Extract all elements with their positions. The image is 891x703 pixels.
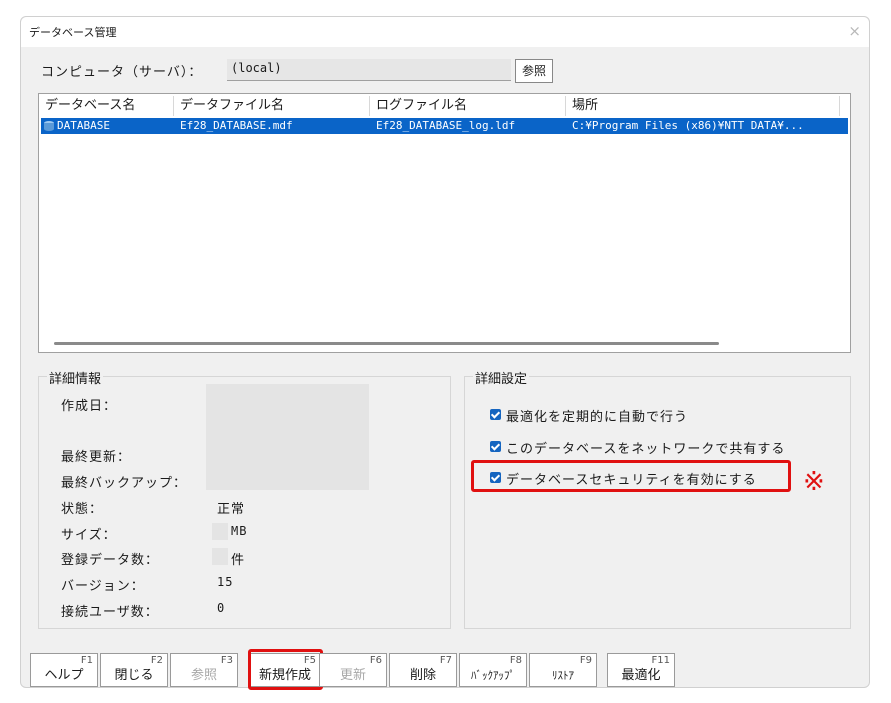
f3-browse-button[interactable]: F3 参照 [170, 653, 238, 687]
f9-label: ﾘｽﾄｱ [552, 669, 574, 682]
users-label: 接続ユーザ数： [61, 605, 159, 620]
window-title: データベース管理 [29, 26, 117, 39]
f9-restore-button[interactable]: F9 ﾘｽﾄｱ [529, 653, 597, 687]
column-header-name[interactable]: データベース名 [39, 96, 174, 116]
version-label: バージョン： [61, 579, 145, 594]
highlight-security-option [471, 460, 791, 492]
f8-key-label: F8 [509, 655, 522, 666]
f11-label: 最適化 [621, 668, 661, 683]
row-log-file: Ef28_DATABASE_log.ldf [376, 119, 516, 132]
f11-optimize-button[interactable]: F11 最適化 [607, 653, 675, 687]
records-label: 登録データ数： [61, 553, 160, 568]
column-header-extra [840, 96, 850, 116]
table-row[interactable]: DATABASE Ef28_DATABASE.mdf Ef28_DATABASE… [41, 118, 848, 134]
row-name: DATABASE [57, 119, 110, 132]
note-mark: ※ [803, 467, 825, 497]
settings-group: 詳細設定 最適化を定期的に自動で行う このデータベースをネットワークで共有する … [464, 368, 851, 629]
f8-backup-button[interactable]: F8 ﾊﾞｯｸｱｯﾌﾟ [459, 653, 527, 687]
option-auto-optimize[interactable]: 最適化を定期的に自動で行う [506, 406, 688, 425]
f2-label: 閉じる [114, 668, 154, 683]
settings-title: 詳細設定 [473, 368, 530, 387]
f9-key-label: F9 [579, 655, 592, 666]
row-data-file: Ef28_DATABASE.mdf [180, 119, 293, 132]
users-value: 0 [217, 601, 226, 615]
f7-delete-button[interactable]: F7 削除 [389, 653, 457, 687]
f6-label: 更新 [339, 668, 366, 683]
database-list[interactable]: データベース名 データファイル名 ログファイル名 場所 DATABASE Ef2… [38, 93, 851, 353]
details-group: 詳細情報 作成日： 最終更新： 最終バックアップ： 状態： 正常 サイズ： MB… [38, 368, 451, 629]
created-label: 作成日： [61, 399, 118, 414]
row-location: C:¥Program Files (x86)¥NTT DATA¥... [572, 119, 804, 132]
records-unit: 件 [231, 553, 246, 568]
column-header-log-file[interactable]: ログファイル名 [370, 96, 566, 116]
column-header-data-file[interactable]: データファイル名 [174, 96, 370, 116]
version-value: 15 [217, 575, 234, 589]
details-preview-area [206, 384, 369, 490]
close-icon[interactable]: × [848, 22, 861, 40]
last-updated-label: 最終更新： [61, 450, 132, 465]
computer-input[interactable]: (local) [227, 59, 511, 81]
database-icon [43, 118, 57, 134]
horizontal-scrollbar[interactable] [54, 342, 719, 345]
status-label: 状態： [61, 502, 104, 517]
option-network-share[interactable]: このデータベースをネットワークで共有する [506, 438, 785, 457]
size-unit: MB [231, 524, 248, 538]
checkbox-network-share[interactable] [490, 441, 501, 452]
column-header-location[interactable]: 場所 [566, 96, 840, 116]
size-value-box [212, 523, 228, 540]
computer-label: コンピュータ（サーバ）： [41, 65, 203, 80]
database-manager-window: データベース管理 × コンピュータ（サーバ）： (local) 参照 データベー… [20, 16, 870, 690]
f3-label: 参照 [190, 668, 217, 683]
f2-close-button[interactable]: F2 閉じる [100, 653, 168, 687]
f1-help-button[interactable]: F1 ヘルプ [30, 653, 98, 687]
details-title: 詳細情報 [47, 368, 104, 387]
browse-button[interactable]: 参照 [515, 59, 553, 83]
highlight-new-button [248, 649, 323, 690]
checkbox-auto-optimize[interactable] [490, 409, 501, 420]
size-label: サイズ： [61, 528, 117, 543]
f8-label: ﾊﾞｯｸｱｯﾌﾟ [471, 669, 515, 682]
f1-label: ヘルプ [44, 668, 84, 683]
status-value: 正常 [217, 502, 246, 517]
f6-refresh-button[interactable]: F6 更新 [319, 653, 387, 687]
last-backup-label: 最終バックアップ： [61, 476, 188, 491]
f7-label: 削除 [409, 668, 436, 683]
title-bar: データベース管理 × [21, 17, 869, 47]
records-value-box [212, 548, 228, 565]
